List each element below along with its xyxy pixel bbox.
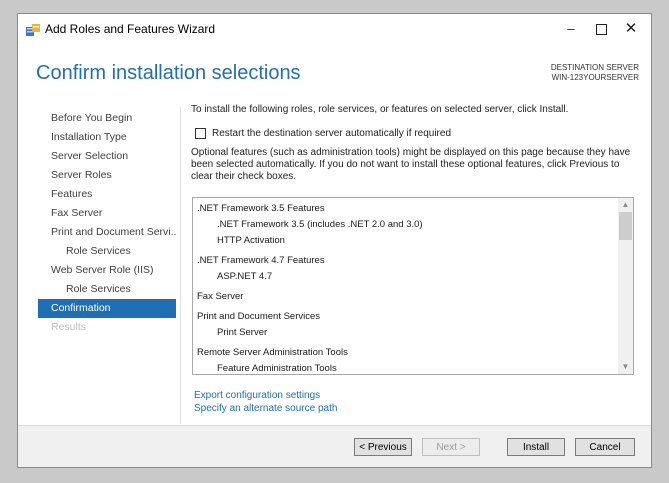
nav-item-web-server-role[interactable]: Web Server Role (IIS): [38, 261, 176, 280]
list-item: ASP.NET 4.7: [217, 271, 273, 282]
nav-divider: [180, 107, 181, 424]
restart-option[interactable]: Restart the destination server automatic…: [195, 128, 451, 139]
scroll-down-icon[interactable]: ▼: [618, 360, 633, 374]
content-area: To install the following roles, role ser…: [191, 104, 636, 182]
list-item: .NET Framework 4.7 Features: [197, 255, 325, 266]
alternate-source-link[interactable]: Specify an alternate source path: [194, 402, 337, 415]
nav-item-web-role-services[interactable]: Role Services: [38, 280, 176, 299]
restart-checkbox-label[interactable]: Restart the destination server automatic…: [212, 128, 451, 139]
list-item: HTTP Activation: [217, 235, 285, 246]
list-item: Print and Document Services: [197, 311, 321, 322]
nav-item-print-role-services[interactable]: Role Services: [38, 242, 176, 261]
maximize-button[interactable]: [586, 18, 616, 40]
nav-item-fax-server[interactable]: Fax Server: [38, 204, 176, 223]
wizard-nav: Before You Begin Installation Type Serve…: [38, 109, 176, 337]
nav-item-features[interactable]: Features: [38, 185, 176, 204]
destination-server-name: WIN-123YOURSERVER: [551, 73, 639, 82]
nav-item-results: Results: [51, 321, 87, 333]
destination-label: DESTINATION SERVER: [550, 63, 639, 72]
nav-item-print-document-services[interactable]: Print and Document Servi...: [38, 223, 176, 242]
selections-list[interactable]: .NET Framework 3.5 Features .NET Framewo…: [192, 197, 634, 375]
list-item: Feature Administration Tools: [217, 363, 337, 374]
next-button: Next >: [422, 438, 480, 456]
minimize-button[interactable]: –: [556, 18, 586, 40]
nav-item-installation-type[interactable]: Installation Type: [38, 128, 176, 147]
list-item: Fax Server: [197, 291, 244, 302]
intro-text: To install the following roles, role ser…: [191, 104, 569, 115]
action-links: Export configuration settings Specify an…: [194, 389, 337, 415]
destination-server-info: DESTINATION SERVER WIN-123YOURSERVER: [551, 63, 639, 83]
list-item: .NET Framework 3.5 Features: [197, 203, 325, 214]
nav-item-before-you-begin[interactable]: Before You Begin: [38, 109, 176, 128]
cancel-button[interactable]: Cancel: [575, 438, 635, 456]
list-item: Remote Server Administration Tools: [197, 347, 348, 358]
previous-button[interactable]: < Previous: [354, 438, 412, 456]
wizard-window: Add Roles and Features Wizard – ✕ Confir…: [17, 13, 652, 468]
page-title: Confirm installation selections: [36, 62, 301, 84]
server-manager-icon: [26, 23, 40, 36]
scroll-up-icon[interactable]: ▲: [618, 198, 633, 212]
nav-item-server-roles[interactable]: Server Roles: [38, 166, 176, 185]
wizard-footer: < Previous Next > Install Cancel: [18, 425, 651, 467]
close-button[interactable]: ✕: [616, 18, 646, 40]
list-item: .NET Framework 3.5 (includes .NET 2.0 an…: [217, 219, 423, 230]
title-bar[interactable]: Add Roles and Features Wizard – ✕: [18, 14, 651, 44]
install-button[interactable]: Install: [507, 438, 565, 456]
nav-item-confirmation[interactable]: Confirmation: [38, 299, 176, 318]
export-config-link[interactable]: Export configuration settings: [194, 389, 337, 402]
optional-features-note: Optional features (such as administratio…: [191, 147, 631, 182]
list-scrollbar[interactable]: ▲ ▼: [618, 198, 633, 374]
maximize-icon: [595, 24, 607, 36]
nav-item-server-selection[interactable]: Server Selection: [38, 147, 176, 166]
scroll-thumb[interactable]: [619, 212, 632, 240]
list-item: Print Server: [217, 327, 268, 338]
restart-checkbox[interactable]: [195, 128, 206, 139]
window-title: Add Roles and Features Wizard: [45, 22, 216, 36]
